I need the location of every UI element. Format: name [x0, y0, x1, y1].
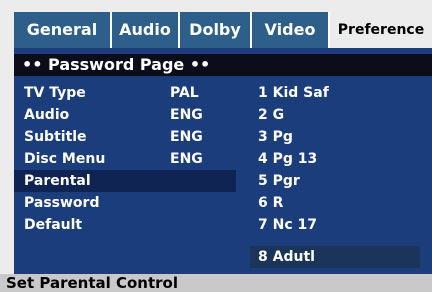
setting-label: Audio [24, 107, 70, 123]
option-label: 2 G [258, 107, 285, 123]
option-label: 7 Nc 17 [258, 217, 317, 233]
setting-value: ENG [170, 129, 203, 145]
tab-preference[interactable]: Preference [330, 12, 432, 48]
tab-label: Dolby [189, 20, 241, 39]
option-label: 6 R [258, 195, 284, 211]
parental-option-2[interactable]: 2 G [250, 104, 420, 126]
status-bar: Set Parental Control [0, 274, 432, 292]
setting-value: ENG [170, 107, 203, 123]
tab-label: Audio [119, 20, 171, 39]
setting-label: Subtitle [24, 129, 87, 145]
setting-row-subtitle[interactable]: Subtitle ENG [14, 126, 236, 148]
setting-row-password[interactable]: Password [14, 192, 236, 214]
option-label: 8 Adutl [258, 249, 315, 265]
setting-row-tv-type[interactable]: TV Type PAL [14, 82, 236, 104]
parental-option-7[interactable]: 7 Nc 17 [250, 214, 420, 236]
setting-row-audio[interactable]: Audio ENG [14, 104, 236, 126]
setting-value: PAL [170, 85, 199, 101]
tab-video[interactable]: Video [252, 12, 330, 48]
parental-option-6[interactable]: 6 R [250, 192, 420, 214]
page-title: •• Password Page •• [14, 54, 432, 76]
tab-label: Preference [337, 22, 425, 38]
setting-label: Password [24, 195, 100, 211]
setting-row-parental[interactable]: Parental [14, 170, 236, 192]
tab-dolby[interactable]: Dolby [180, 12, 252, 48]
setup-menu-screen: General Audio Dolby Video Preference •• … [0, 0, 432, 292]
option-label: 1 Kid Saf [258, 85, 329, 101]
setting-label: TV Type [24, 85, 86, 101]
parental-option-1[interactable]: 1 Kid Saf [250, 82, 420, 104]
tab-bar: General Audio Dolby Video Preference [14, 12, 432, 48]
parental-option-4[interactable]: 4 Pg 13 [250, 148, 420, 170]
parental-option-5[interactable]: 5 Pgr [250, 170, 420, 192]
parental-option-8[interactable]: 8 Adutl [250, 246, 420, 268]
option-label: 4 Pg 13 [258, 151, 318, 167]
setting-label: Parental [24, 173, 91, 189]
tab-general[interactable]: General [14, 12, 112, 48]
page-title-text: •• Password Page •• [22, 55, 211, 74]
setting-row-default[interactable]: Default [14, 214, 236, 236]
setting-value: ENG [170, 151, 203, 167]
setting-label: Disc Menu [24, 151, 106, 167]
option-label: 3 Pg [258, 129, 293, 145]
tab-audio[interactable]: Audio [112, 12, 180, 48]
option-label: 5 Pgr [258, 173, 300, 189]
tab-label: Video [264, 20, 316, 39]
tab-label: General [26, 20, 98, 39]
parental-option-3[interactable]: 3 Pg [250, 126, 420, 148]
setting-label: Default [24, 217, 83, 233]
settings-panel: •• Password Page •• TV Type PAL Audio EN… [14, 48, 432, 274]
status-text: Set Parental Control [6, 274, 178, 292]
setting-row-disc-menu[interactable]: Disc Menu ENG [14, 148, 236, 170]
